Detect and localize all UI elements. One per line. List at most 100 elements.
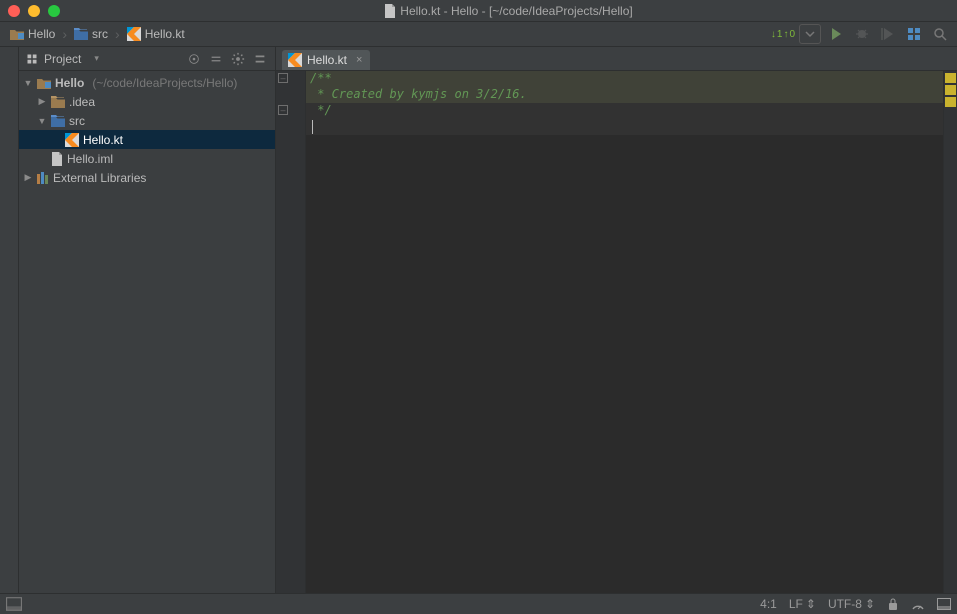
background-tasks-indicator[interactable] bbox=[937, 598, 951, 610]
breadcrumb-item-project[interactable]: Hello bbox=[6, 25, 59, 43]
module-icon bbox=[10, 28, 24, 40]
editor-tab-label: Hello.kt bbox=[307, 53, 347, 67]
run-config-dropdown[interactable] bbox=[799, 24, 821, 44]
kotlin-file-icon bbox=[127, 27, 141, 41]
project-view-icon bbox=[25, 53, 39, 65]
sync-up-count: 0 bbox=[789, 29, 795, 40]
tree-expand-toggle[interactable]: ▼ bbox=[37, 116, 47, 126]
tree-path-hint: (~/code/IdeaProjects/Hello) bbox=[92, 76, 237, 90]
tool-window-gear-button[interactable] bbox=[229, 50, 247, 68]
editor-tabstrip: Hello.kt × bbox=[276, 47, 957, 71]
line-separator-indicator[interactable]: LF⇕ bbox=[789, 597, 816, 611]
tool-window-stripe-left[interactable] bbox=[0, 47, 19, 593]
tree-label: .idea bbox=[69, 95, 95, 109]
gauge-icon bbox=[911, 597, 925, 611]
tree-label: src bbox=[69, 114, 85, 128]
breadcrumb: Hello › src › Hello.kt bbox=[6, 25, 189, 43]
memory-indicator[interactable] bbox=[911, 597, 925, 611]
rerun-button[interactable] bbox=[877, 23, 899, 45]
project-tool-window-title[interactable]: Project bbox=[44, 52, 81, 66]
project-tree[interactable]: ▼ Hello (~/code/IdeaProjects/Hello) ▶ .i… bbox=[19, 71, 275, 593]
text-caret bbox=[312, 120, 313, 134]
tree-node-project-root[interactable]: ▼ Hello (~/code/IdeaProjects/Hello) bbox=[19, 73, 275, 92]
folder-icon bbox=[51, 96, 65, 108]
project-tool-window: Project ▾ ▼ Hello (~/code/IdeaProjects/H… bbox=[19, 47, 276, 593]
panel-icon bbox=[6, 596, 22, 612]
inspection-marker[interactable] bbox=[945, 73, 956, 83]
search-icon bbox=[932, 26, 948, 42]
tree-expand-toggle[interactable]: ▼ bbox=[23, 78, 33, 88]
file-icon bbox=[384, 4, 396, 18]
code-area[interactable]: /** * Created by kymjs on 3/2/16. */ bbox=[306, 71, 943, 593]
rerun-icon bbox=[880, 26, 896, 42]
tree-node-idea-folder[interactable]: ▶ .idea bbox=[19, 92, 275, 111]
tree-label: Hello.iml bbox=[67, 152, 113, 166]
encoding-label: UTF-8 bbox=[828, 597, 862, 611]
fold-toggle-icon[interactable]: – bbox=[278, 105, 288, 115]
panel-icon bbox=[937, 598, 951, 610]
updown-icon: ⇕ bbox=[865, 597, 875, 611]
error-stripe[interactable] bbox=[943, 71, 957, 593]
readonly-toggle[interactable] bbox=[887, 597, 899, 611]
chevron-down-icon bbox=[802, 26, 818, 42]
inspection-marker[interactable] bbox=[945, 97, 956, 107]
project-tool-window-header: Project ▾ bbox=[19, 47, 275, 71]
project-structure-button[interactable] bbox=[903, 23, 925, 45]
window-title: Hello.kt - Hello - [~/code/IdeaProjects/… bbox=[400, 4, 632, 18]
breadcrumb-label: Hello bbox=[28, 27, 55, 41]
inspection-marker[interactable] bbox=[945, 85, 956, 95]
close-tab-button[interactable]: × bbox=[356, 54, 362, 66]
window-minimize-button[interactable] bbox=[28, 5, 40, 17]
lock-icon bbox=[887, 597, 899, 611]
editor: Hello.kt × – – /** * Created by kymjs on… bbox=[276, 47, 957, 593]
libraries-icon bbox=[37, 172, 49, 184]
editor-gutter[interactable]: – – bbox=[276, 71, 306, 593]
run-button[interactable] bbox=[825, 23, 847, 45]
module-icon bbox=[37, 77, 51, 89]
cursor-position-indicator[interactable]: 4:1 bbox=[760, 597, 777, 611]
tree-expand-toggle[interactable]: ▶ bbox=[23, 172, 33, 183]
titlebar: Hello.kt - Hello - [~/code/IdeaProjects/… bbox=[0, 0, 957, 22]
tree-node-src-folder[interactable]: ▼ src bbox=[19, 111, 275, 130]
autoscroll-to-source-button[interactable] bbox=[185, 50, 203, 68]
src-folder-icon bbox=[51, 115, 65, 127]
sync-down-count: 1 bbox=[777, 29, 783, 40]
window-close-button[interactable] bbox=[8, 5, 20, 17]
tree-label: External Libraries bbox=[53, 171, 146, 185]
tool-windows-toggle-button[interactable] bbox=[6, 596, 22, 612]
chevron-down-icon[interactable]: ▾ bbox=[94, 53, 99, 64]
line-separator-label: LF bbox=[789, 597, 803, 611]
fold-toggle-icon[interactable]: – bbox=[278, 73, 288, 83]
bug-icon bbox=[854, 26, 870, 42]
code-line: /** bbox=[310, 71, 332, 85]
kotlin-file-icon bbox=[288, 53, 302, 67]
tree-label: Hello bbox=[55, 76, 84, 90]
file-icon bbox=[51, 152, 63, 166]
collapse-all-button[interactable] bbox=[207, 50, 225, 68]
tree-expand-toggle[interactable]: ▶ bbox=[37, 96, 47, 107]
hide-tool-window-button[interactable] bbox=[251, 50, 269, 68]
status-bar: 4:1 LF⇕ UTF-8⇕ bbox=[0, 593, 957, 614]
tree-label: Hello.kt bbox=[83, 133, 123, 147]
tree-node-external-libraries[interactable]: ▶ External Libraries bbox=[19, 168, 275, 187]
code-line: * Created by kymjs on 3/2/16. bbox=[310, 87, 527, 101]
breadcrumb-label: src bbox=[92, 27, 108, 41]
breadcrumb-item-file[interactable]: Hello.kt bbox=[123, 25, 189, 43]
tree-node-hello-iml[interactable]: Hello.iml bbox=[19, 149, 275, 168]
tree-node-hello-kt[interactable]: Hello.kt bbox=[19, 130, 275, 149]
play-icon bbox=[828, 26, 844, 42]
kotlin-file-icon bbox=[65, 133, 79, 147]
window-zoom-button[interactable] bbox=[48, 5, 60, 17]
search-everywhere-button[interactable] bbox=[929, 23, 951, 45]
editor-tab-hello-kt[interactable]: Hello.kt × bbox=[282, 50, 370, 70]
vcs-sync-indicator[interactable]: ↓1 ↑0 bbox=[771, 29, 795, 40]
navigation-bar: Hello › src › Hello.kt ↓1 ↑0 bbox=[0, 22, 957, 47]
folder-icon bbox=[74, 28, 88, 40]
encoding-indicator[interactable]: UTF-8⇕ bbox=[828, 597, 875, 611]
structure-icon bbox=[906, 26, 922, 42]
breadcrumb-separator: › bbox=[62, 26, 67, 42]
code-line: */ bbox=[310, 103, 332, 117]
breadcrumb-item-src[interactable]: src bbox=[70, 25, 112, 43]
breadcrumb-separator: › bbox=[115, 26, 120, 42]
debug-button[interactable] bbox=[851, 23, 873, 45]
